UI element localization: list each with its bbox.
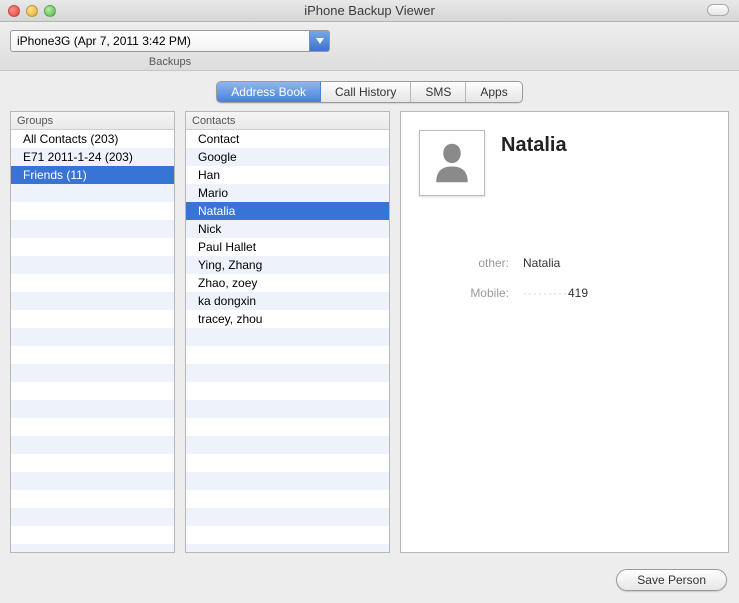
list-item [186,346,389,364]
list-item [186,418,389,436]
field-value: Natalia [523,256,560,270]
list-item [11,328,174,346]
list-item[interactable]: ka dongxin [186,292,389,310]
field-label: other: [419,256,509,270]
titlebar: iPhone Backup Viewer [0,0,739,22]
list-item [11,364,174,382]
list-item [186,364,389,382]
field-label: Mobile: [419,286,509,300]
field-row: Mobile: ·········419 [419,286,710,300]
list-item [11,526,174,544]
backup-select-value: iPhone3G (Apr 7, 2011 3:42 PM) [17,34,191,48]
list-item[interactable]: All Contacts (203) [11,130,174,148]
backup-select-label: Backups [10,56,330,68]
list-item [11,238,174,256]
list-item[interactable]: Google [186,148,389,166]
list-item [11,256,174,274]
contacts-header: Contacts [186,112,389,130]
list-item [11,184,174,202]
tab-call-history[interactable]: Call History [321,82,411,102]
zoom-icon[interactable] [44,5,56,17]
list-item [11,490,174,508]
list-item [186,328,389,346]
groups-list[interactable]: All Contacts (203)E71 2011-1-24 (203)Fri… [11,130,174,552]
list-item [186,472,389,490]
contacts-panel: Contacts ContactGoogleHanMarioNataliaNic… [185,111,390,553]
tab-sms[interactable]: SMS [411,82,466,102]
list-item [11,382,174,400]
content-area: Groups All Contacts (203)E71 2011-1-24 (… [0,111,739,563]
toolbar-toggle-icon[interactable] [707,4,729,16]
list-item [11,220,174,238]
contact-name: Natalia [501,134,567,157]
tab-apps[interactable]: Apps [466,82,521,102]
list-item [186,526,389,544]
minimize-icon[interactable] [26,5,38,17]
list-item [11,454,174,472]
list-item [11,472,174,490]
list-item[interactable]: Mario [186,184,389,202]
list-item[interactable]: Nick [186,220,389,238]
list-item [186,544,389,552]
list-item [11,274,174,292]
avatar [419,130,485,196]
save-person-button[interactable]: Save Person [616,569,727,591]
field-value: ·········419 [523,286,588,300]
list-item[interactable]: E71 2011-1-24 (203) [11,148,174,166]
list-item [186,490,389,508]
list-item [11,202,174,220]
tabbar: Address BookCall HistorySMSApps [0,71,739,111]
dropdown-arrow-icon [309,31,329,51]
field-row: other: Natalia [419,256,710,270]
list-item[interactable]: Ying, Zhang [186,256,389,274]
list-item[interactable]: Contact [186,130,389,148]
groups-header: Groups [11,112,174,130]
window-title: iPhone Backup Viewer [0,3,739,18]
list-item[interactable]: Zhao, zoey [186,274,389,292]
list-item [186,400,389,418]
list-item [11,418,174,436]
tab-address-book[interactable]: Address Book [217,82,321,102]
list-item [186,508,389,526]
contacts-list[interactable]: ContactGoogleHanMarioNataliaNickPaul Hal… [186,130,389,552]
list-item [11,436,174,454]
list-item [11,508,174,526]
list-item[interactable]: Friends (11) [11,166,174,184]
list-item [186,454,389,472]
list-item [11,400,174,418]
list-item[interactable]: Han [186,166,389,184]
segmented-control: Address BookCall HistorySMSApps [216,81,522,103]
list-item [11,346,174,364]
person-silhouette-icon [431,139,473,187]
footer: Save Person [0,563,739,603]
list-item [11,310,174,328]
list-item [11,292,174,310]
list-item[interactable]: tracey, zhou [186,310,389,328]
traffic-lights [0,5,56,17]
toolbar: iPhone3G (Apr 7, 2011 3:42 PM) Backups [0,22,739,71]
list-item [186,382,389,400]
list-item[interactable]: Paul Hallet [186,238,389,256]
detail-panel: Natalia other: Natalia Mobile: ·········419 [400,111,729,553]
close-icon[interactable] [8,5,20,17]
groups-panel: Groups All Contacts (203)E71 2011-1-24 (… [10,111,175,553]
detail-fields: other: Natalia Mobile: ·········419 [419,256,710,300]
list-item[interactable]: Natalia [186,202,389,220]
detail-header: Natalia [419,130,710,196]
list-item [186,436,389,454]
backup-select[interactable]: iPhone3G (Apr 7, 2011 3:42 PM) [10,30,330,52]
list-item [11,544,174,552]
